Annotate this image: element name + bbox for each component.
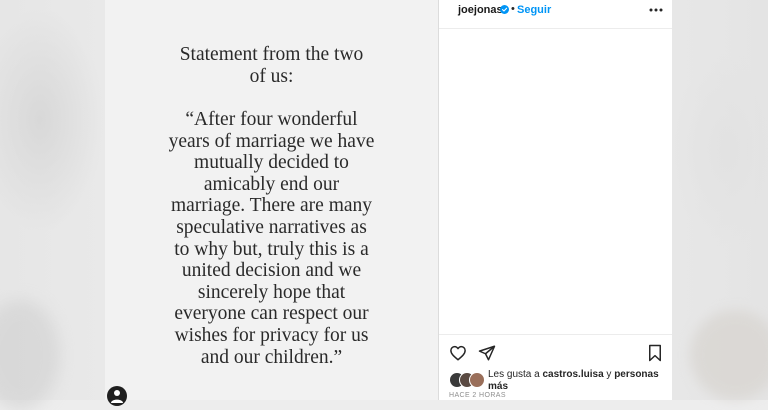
verified-badge-icon xyxy=(500,5,509,14)
separator-dot: • xyxy=(511,3,515,15)
liker-username-link[interactable]: castros.luisa xyxy=(542,369,603,380)
post-footer: Les gusta a castros.luisa y personas más xyxy=(439,334,672,401)
username-link[interactable]: joejonas xyxy=(458,4,503,16)
tagged-user-icon[interactable] xyxy=(107,386,127,406)
post-sidebar: joejonas • Seguir Les gusta a castros.lu… xyxy=(439,0,672,400)
liker-avatars xyxy=(449,372,485,388)
post-timestamp[interactable]: HACE 2 HORAS xyxy=(449,392,506,399)
likes-middle: y xyxy=(603,369,615,380)
statement-title: Statement from the two of us: xyxy=(179,44,364,87)
post-header: joejonas • Seguir xyxy=(439,0,672,29)
user-icon xyxy=(111,390,123,403)
bookmark-icon[interactable] xyxy=(647,344,663,362)
avatar xyxy=(469,372,485,388)
more-horizontal-icon[interactable] xyxy=(647,3,665,17)
post-image[interactable]: Statement from the two of us: “After fou… xyxy=(105,0,439,400)
heart-icon[interactable] xyxy=(449,344,467,362)
paper-plane-icon[interactable] xyxy=(478,344,496,362)
likes-summary: Les gusta a castros.luisa y personas más xyxy=(488,369,664,393)
likes-prefix: Les gusta a xyxy=(488,369,543,380)
statement-body: “After four wonderful years of marriage … xyxy=(168,109,375,368)
follow-button[interactable]: Seguir xyxy=(517,4,551,16)
